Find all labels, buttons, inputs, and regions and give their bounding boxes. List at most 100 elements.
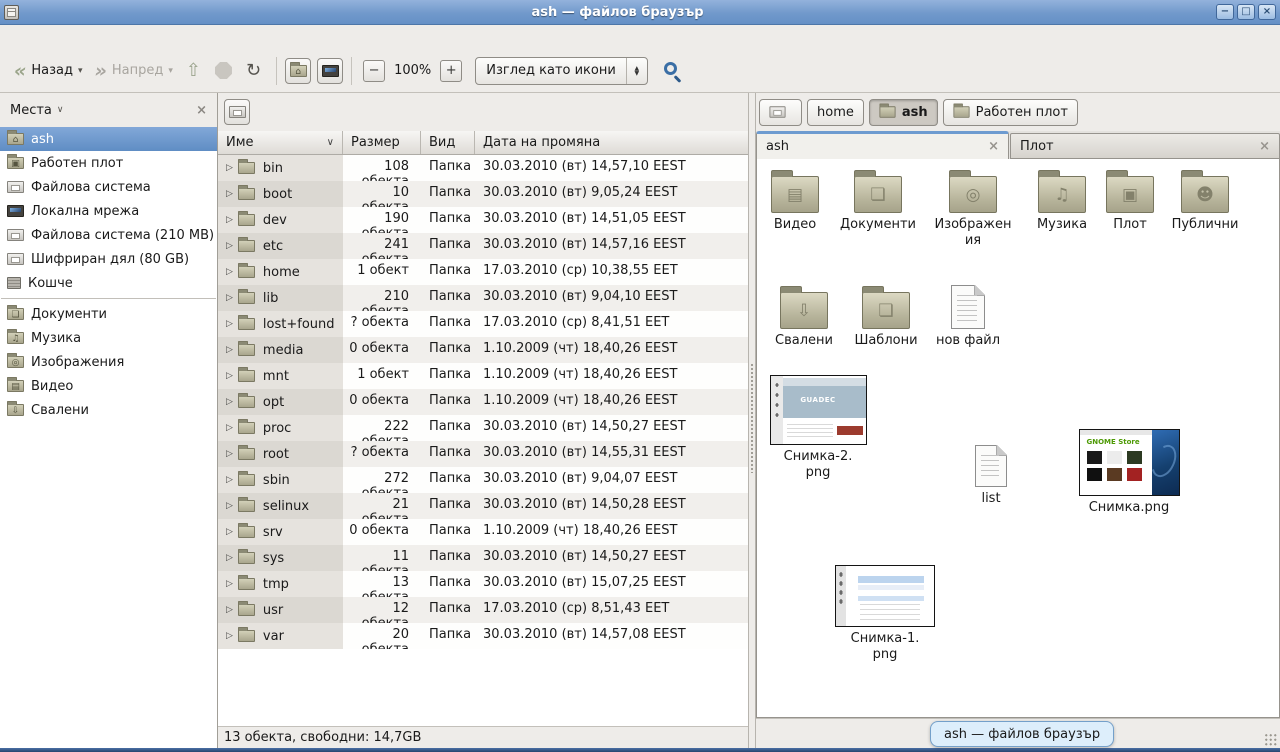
computer-button[interactable] bbox=[317, 58, 343, 84]
breadcrumb-button[interactable]: Работен плот bbox=[943, 99, 1078, 126]
sidebar-item[interactable]: ❏ Документи bbox=[0, 302, 217, 326]
sidebar-item[interactable]: Кошче bbox=[0, 271, 217, 295]
expander-icon[interactable]: ▷ bbox=[226, 631, 233, 641]
file-item[interactable]: ⇩ Свалени bbox=[763, 285, 845, 349]
sidebar-item[interactable]: ⇩ Свалени bbox=[0, 398, 217, 422]
file-item[interactable]: GNOME Store Снимка.png bbox=[1075, 429, 1183, 516]
table-row[interactable]: ▷ lib 210 обекта Папка 30.03.2010 (вт) 9… bbox=[218, 285, 748, 311]
icon-view[interactable]: ▤ Видео ❏ Документи ◎ Изображен ия bbox=[756, 159, 1280, 718]
table-row[interactable]: ▷ sys 11 обекта Папка 30.03.2010 (вт) 14… bbox=[218, 545, 748, 571]
tab[interactable]: Плот × bbox=[1010, 133, 1280, 159]
search-icon[interactable] bbox=[664, 62, 677, 75]
breadcrumb-button[interactable] bbox=[759, 99, 802, 126]
sidebar-item[interactable]: ♫ Музика bbox=[0, 326, 217, 350]
table-row[interactable]: ▷ usr 12 обекта Папка 17.03.2010 (ср) 8,… bbox=[218, 597, 748, 623]
table-row[interactable]: ▷ media 0 обекта Папка 1.10.2009 (чт) 18… bbox=[218, 337, 748, 363]
table-row[interactable]: ▷ srv 0 обекта Папка 1.10.2009 (чт) 18,4… bbox=[218, 519, 748, 545]
expander-icon[interactable]: ▷ bbox=[226, 293, 233, 303]
expander-icon[interactable]: ▷ bbox=[226, 163, 233, 173]
menu-item[interactable] bbox=[24, 34, 42, 40]
table-row[interactable]: ▷ root ? обекта Папка 30.03.2010 (вт) 14… bbox=[218, 441, 748, 467]
root-location-button[interactable] bbox=[224, 99, 250, 125]
file-item[interactable]: ◎ Изображен ия bbox=[927, 169, 1019, 248]
menu-item[interactable] bbox=[96, 34, 114, 40]
table-row[interactable]: ▷ home 1 обект Папка 17.03.2010 (ср) 10,… bbox=[218, 259, 748, 285]
forward-button[interactable]: » Напред ▾ bbox=[89, 59, 179, 83]
table-row[interactable]: ▷ opt 0 обекта Папка 1.10.2009 (чт) 18,4… bbox=[218, 389, 748, 415]
maximize-button[interactable]: □ bbox=[1237, 4, 1255, 20]
menu-item[interactable] bbox=[6, 34, 24, 40]
table-row[interactable]: ▷ proc 222 обекта Папка 30.03.2010 (вт) … bbox=[218, 415, 748, 441]
back-dropdown-icon[interactable]: ▾ bbox=[78, 66, 83, 76]
sidebar-item[interactable]: ⌂ ash bbox=[0, 127, 217, 151]
expander-icon[interactable]: ▷ bbox=[226, 189, 233, 199]
table-row[interactable]: ▷ boot 10 обекта Папка 30.03.2010 (вт) 9… bbox=[218, 181, 748, 207]
file-item[interactable]: GUADEC Снимка-2. png bbox=[767, 375, 869, 480]
expander-icon[interactable]: ▷ bbox=[226, 475, 233, 485]
column-header-size[interactable]: Размер bbox=[343, 131, 421, 154]
back-button[interactable]: « Назад ▾ bbox=[8, 59, 89, 83]
table-row[interactable]: ▷ sbin 272 обекта Папка 30.03.2010 (вт) … bbox=[218, 467, 748, 493]
column-header-date[interactable]: Дата на промяна bbox=[475, 131, 748, 154]
file-item[interactable]: list bbox=[955, 445, 1027, 507]
file-item[interactable]: ❏ Документи bbox=[835, 169, 921, 233]
reload-button[interactable]: ↻ bbox=[239, 56, 268, 85]
expander-icon[interactable]: ▷ bbox=[226, 345, 233, 355]
file-item[interactable]: нов файл bbox=[927, 285, 1009, 349]
breadcrumb-button[interactable]: home bbox=[807, 99, 864, 126]
table-row[interactable]: ▷ selinux 21 обекта Папка 30.03.2010 (вт… bbox=[218, 493, 748, 519]
file-item[interactable]: ❏ Шаблони bbox=[845, 285, 927, 349]
table-row[interactable]: ▷ etc 241 обекта Папка 30.03.2010 (вт) 1… bbox=[218, 233, 748, 259]
expander-icon[interactable]: ▷ bbox=[226, 553, 233, 563]
tab-close-icon[interactable]: × bbox=[1259, 139, 1270, 154]
expander-icon[interactable]: ▷ bbox=[226, 371, 233, 381]
expander-icon[interactable]: ▷ bbox=[226, 397, 233, 407]
sidebar-item[interactable]: ◎ Изображения bbox=[0, 350, 217, 374]
file-item[interactable]: ♫ Музика bbox=[1023, 169, 1101, 233]
tab-close-icon[interactable]: × bbox=[988, 139, 999, 154]
view-mode-select[interactable]: Изглед като икони ▲▼ bbox=[475, 57, 648, 85]
menu-item[interactable] bbox=[60, 34, 78, 40]
table-row[interactable]: ▷ var 20 обекта Папка 30.03.2010 (вт) 14… bbox=[218, 623, 748, 649]
file-item[interactable]: ▣ Плот bbox=[1095, 169, 1165, 233]
pane-splitter[interactable] bbox=[748, 93, 756, 748]
column-header-type[interactable]: Вид bbox=[421, 131, 475, 154]
expander-icon[interactable]: ▷ bbox=[226, 423, 233, 433]
tab[interactable]: ash × bbox=[756, 131, 1009, 159]
zoom-out-button[interactable]: − bbox=[363, 60, 385, 82]
expander-icon[interactable]: ▷ bbox=[226, 501, 233, 511]
sidebar-item[interactable]: Шифриран дял (80 GB) bbox=[0, 247, 217, 271]
close-button[interactable]: × bbox=[1258, 4, 1276, 20]
sidebar-close-icon[interactable]: × bbox=[196, 103, 207, 118]
expander-icon[interactable]: ▷ bbox=[226, 527, 233, 537]
file-item[interactable]: ▤ Видео bbox=[757, 169, 833, 233]
home-button[interactable]: ⌂ bbox=[285, 58, 311, 84]
resize-grip[interactable] bbox=[1264, 733, 1278, 746]
sidebar-title-dropdown[interactable]: Места ∨ bbox=[10, 103, 64, 118]
file-item[interactable]: ☻ Публични bbox=[1163, 169, 1247, 233]
expander-icon[interactable]: ▷ bbox=[226, 319, 233, 329]
expander-icon[interactable]: ▷ bbox=[226, 267, 233, 277]
sidebar-item[interactable]: Файлова система bbox=[0, 175, 217, 199]
expander-icon[interactable]: ▷ bbox=[226, 579, 233, 589]
combo-spinner-icon[interactable]: ▲▼ bbox=[627, 66, 647, 76]
expander-icon[interactable]: ▷ bbox=[226, 215, 233, 225]
up-button[interactable]: ⇧ bbox=[179, 58, 208, 84]
table-row[interactable]: ▷ bin 108 обекта Папка 30.03.2010 (вт) 1… bbox=[218, 155, 748, 181]
column-header-name[interactable]: Име ∨ bbox=[218, 131, 343, 154]
menu-item[interactable] bbox=[42, 34, 60, 40]
sidebar-item[interactable]: Файлова система (210 MB) bbox=[0, 223, 217, 247]
sidebar-item[interactable]: ▤ Видео bbox=[0, 374, 217, 398]
expander-icon[interactable]: ▷ bbox=[226, 241, 233, 251]
sidebar-item[interactable]: Локална мрежа bbox=[0, 199, 217, 223]
minimize-button[interactable]: − bbox=[1216, 4, 1234, 20]
zoom-in-button[interactable]: + bbox=[440, 60, 462, 82]
table-row[interactable]: ▷ tmp 13 обекта Папка 30.03.2010 (вт) 15… bbox=[218, 571, 748, 597]
expander-icon[interactable]: ▷ bbox=[226, 605, 233, 615]
table-row[interactable]: ▷ mnt 1 обект Папка 1.10.2009 (чт) 18,40… bbox=[218, 363, 748, 389]
breadcrumb-button[interactable]: ash bbox=[869, 99, 938, 126]
expander-icon[interactable]: ▷ bbox=[226, 449, 233, 459]
menu-item[interactable] bbox=[78, 34, 96, 40]
file-item[interactable]: Снимка-1. png bbox=[833, 565, 937, 662]
table-row[interactable]: ▷ lost+found ? обекта Папка 17.03.2010 (… bbox=[218, 311, 748, 337]
